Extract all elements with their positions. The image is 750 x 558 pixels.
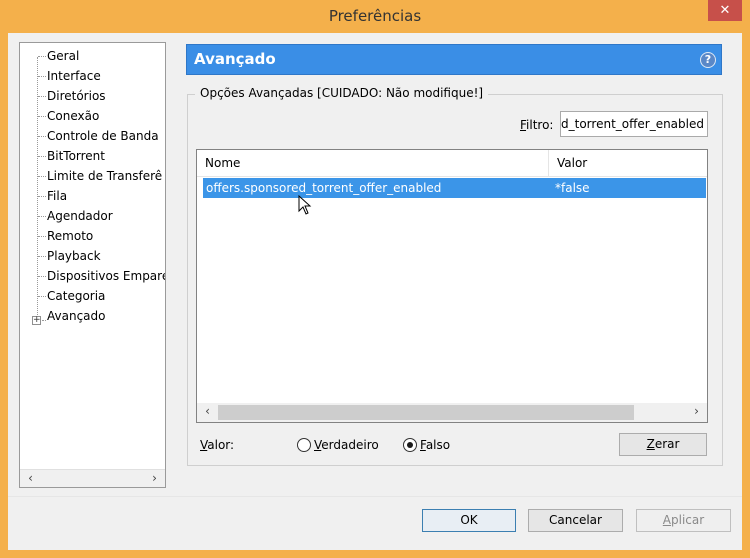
apply-button[interactable]: Aplicar: [636, 509, 731, 532]
row-value-cell: *false: [555, 181, 590, 195]
tree-item-geral[interactable]: Geral: [47, 47, 79, 65]
tree-connector: [38, 176, 46, 177]
table-row[interactable]: offers.sponsored_torrent_offer_enabled *…: [203, 178, 706, 198]
tree-item-remoto[interactable]: Remoto: [47, 227, 93, 245]
scroll-left-icon[interactable]: ‹: [199, 403, 216, 420]
ok-button[interactable]: OK: [422, 509, 516, 532]
tree-connector: [38, 96, 46, 97]
tree-connector: [38, 56, 46, 57]
radio-verdadeiro-label[interactable]: Verdadeiro: [314, 438, 379, 453]
category-tree-items: Geral Interface Diretórios Conexão Contr…: [20, 43, 165, 469]
scroll-right-icon[interactable]: ›: [688, 403, 705, 420]
window-title: Preferências: [328, 7, 422, 25]
tree-item-categoria[interactable]: Categoria: [47, 287, 105, 305]
tree-item-bittorrent[interactable]: BitTorrent: [47, 147, 105, 165]
tree-item-diretorios[interactable]: Diretórios: [47, 87, 106, 105]
tree-item-avancado[interactable]: Avançado: [47, 307, 105, 325]
scroll-left-icon[interactable]: ‹: [22, 470, 39, 487]
reset-button[interactable]: Zerar: [619, 433, 707, 456]
tree-item-interface[interactable]: Interface: [47, 67, 101, 85]
column-header-nome[interactable]: Nome: [197, 150, 546, 177]
row-name-cell: offers.sponsored_torrent_offer_enabled: [206, 181, 442, 195]
title-bar[interactable]: Preferências ✕: [0, 0, 750, 33]
dialog-client: Geral Interface Diretórios Conexão Contr…: [8, 33, 742, 550]
tree-item-fila[interactable]: Fila: [47, 187, 67, 205]
list-header: Nome Valor: [197, 150, 707, 177]
tree-connector: [38, 256, 46, 257]
tree-connector: [38, 136, 46, 137]
radio-falso-text: also: [425, 438, 451, 452]
panel-title: Avançado: [194, 50, 276, 68]
radio-falso[interactable]: [403, 438, 417, 452]
tree-connector: [38, 276, 46, 277]
list-horizontal-scrollbar[interactable]: ‹ ›: [197, 403, 707, 422]
tree-item-conexao[interactable]: Conexão: [47, 107, 99, 125]
panel-header: Avançado ?: [186, 44, 722, 75]
tree-connector: [38, 76, 46, 77]
preferences-window: Preferências ✕ Geral Interface Diretório…: [0, 0, 750, 558]
tree-connector: [42, 320, 46, 321]
column-header-valor[interactable]: Valor: [549, 150, 699, 177]
tree-item-limite-de-transferencia[interactable]: Limite de Transferê: [47, 167, 162, 185]
filter-label: Filtro:: [520, 118, 553, 133]
scroll-thumb[interactable]: [218, 405, 634, 420]
cancel-button[interactable]: Cancelar: [528, 509, 623, 532]
scroll-right-icon[interactable]: ›: [146, 470, 163, 487]
value-label-text: alor:: [207, 438, 235, 452]
radio-falso-label[interactable]: Falso: [420, 438, 450, 453]
help-icon[interactable]: ?: [700, 52, 716, 68]
tree-connector: [38, 296, 46, 297]
tree-connector: [38, 216, 46, 217]
tree-connector: [38, 156, 46, 157]
tree-item-playback[interactable]: Playback: [47, 247, 101, 265]
tree-item-agendador[interactable]: Agendador: [47, 207, 113, 225]
category-tree[interactable]: Geral Interface Diretórios Conexão Contr…: [19, 42, 166, 488]
reset-accesskey: Z: [646, 437, 655, 451]
filter-label-text: iltro:: [526, 118, 554, 132]
tree-connector: [38, 116, 46, 117]
close-button[interactable]: ✕: [708, 0, 742, 21]
group-title: Opções Avançadas [CUIDADO: Não modifique…: [195, 86, 489, 101]
radio-verdadeiro-text: erdadeiro: [321, 438, 379, 452]
value-label: Valor:: [200, 438, 234, 453]
mouse-pointer-icon: [298, 195, 312, 215]
reset-text: erar: [654, 437, 680, 451]
tree-item-dispositivos-emparelhados[interactable]: Dispositivos Empare: [47, 267, 165, 285]
apply-accesskey: A: [662, 513, 672, 527]
dialog-footer: [8, 497, 742, 550]
tree-horizontal-scrollbar[interactable]: ‹ ›: [20, 469, 165, 487]
tree-connector: [38, 236, 46, 237]
filter-input-value: offers.sponsored_torrent_offer_enabled: [561, 117, 704, 131]
apply-text: plicar: [671, 513, 705, 527]
tree-item-controle-de-banda[interactable]: Controle de Banda: [47, 127, 159, 145]
tree-connector: [38, 196, 46, 197]
radio-verdadeiro[interactable]: [297, 438, 311, 452]
expand-plus-icon[interactable]: +: [32, 316, 41, 325]
settings-list[interactable]: Nome Valor offers.sponsored_torrent_offe…: [196, 149, 708, 423]
filter-input[interactable]: offers.sponsored_torrent_offer_enabled: [560, 111, 708, 137]
